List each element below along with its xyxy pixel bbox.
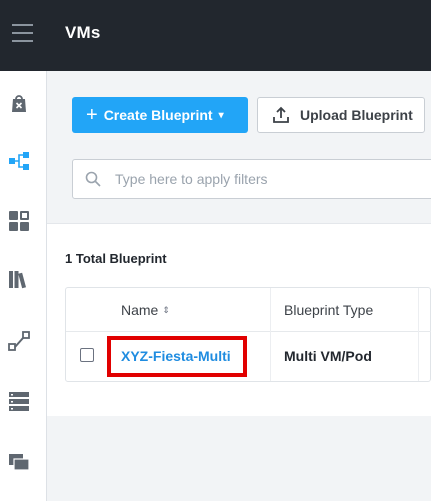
runbooks-icon[interactable]: [8, 330, 30, 352]
toolbar: + Create Blueprint ▾ Upload Blueprint: [47, 71, 431, 224]
row-checkbox[interactable]: [80, 348, 94, 362]
blueprint-name-link[interactable]: XYZ-Fiesta-Multi: [121, 348, 231, 364]
search-icon: [85, 171, 101, 187]
total-count: 1 Total Blueprint: [65, 251, 167, 266]
column-header-blueprint-type[interactable]: Blueprint Type: [284, 288, 373, 332]
chevron-down-icon: ▾: [218, 109, 224, 121]
filter-bar: [72, 159, 431, 199]
column-header-name-label: Name: [121, 302, 159, 318]
blueprint-type-cell: Multi VM/Pod: [284, 348, 372, 364]
hamburger-menu-icon[interactable]: [12, 24, 33, 45]
main-content: + Create Blueprint ▾ Upload Blueprint 1 …: [47, 71, 431, 501]
blueprint-list-panel: 1 Total Blueprint Name ⇕ Blueprint Type …: [47, 224, 431, 416]
upload-icon: [273, 106, 289, 123]
projects-icon[interactable]: [8, 450, 30, 472]
top-bar: VMs: [0, 0, 431, 71]
table-row[interactable]: XYZ-Fiesta-Multi Multi VM/Pod: [66, 332, 431, 381]
library-icon[interactable]: [8, 268, 30, 290]
table-header: Name ⇕ Blueprint Type: [66, 288, 431, 332]
blueprint-table: Name ⇕ Blueprint Type XYZ-Fiesta-Multi M…: [65, 287, 431, 382]
upload-blueprint-label: Upload Blueprint: [300, 107, 413, 123]
page-title: VMs: [65, 23, 101, 42]
create-blueprint-button[interactable]: + Create Blueprint ▾: [72, 97, 248, 133]
endpoints-icon[interactable]: [8, 390, 30, 412]
sort-icon[interactable]: ⇕: [162, 305, 170, 316]
applications-bag-icon[interactable]: [8, 92, 30, 114]
sidebar: [0, 71, 47, 501]
plus-icon: +: [86, 104, 98, 126]
create-blueprint-label: Create Blueprint: [103, 107, 213, 123]
marketplace-icon[interactable]: [8, 210, 30, 232]
column-header-name[interactable]: Name ⇕: [121, 288, 170, 332]
upload-blueprint-button[interactable]: Upload Blueprint: [257, 97, 425, 133]
filter-input[interactable]: [115, 171, 415, 187]
blueprints-icon[interactable]: [8, 150, 30, 172]
